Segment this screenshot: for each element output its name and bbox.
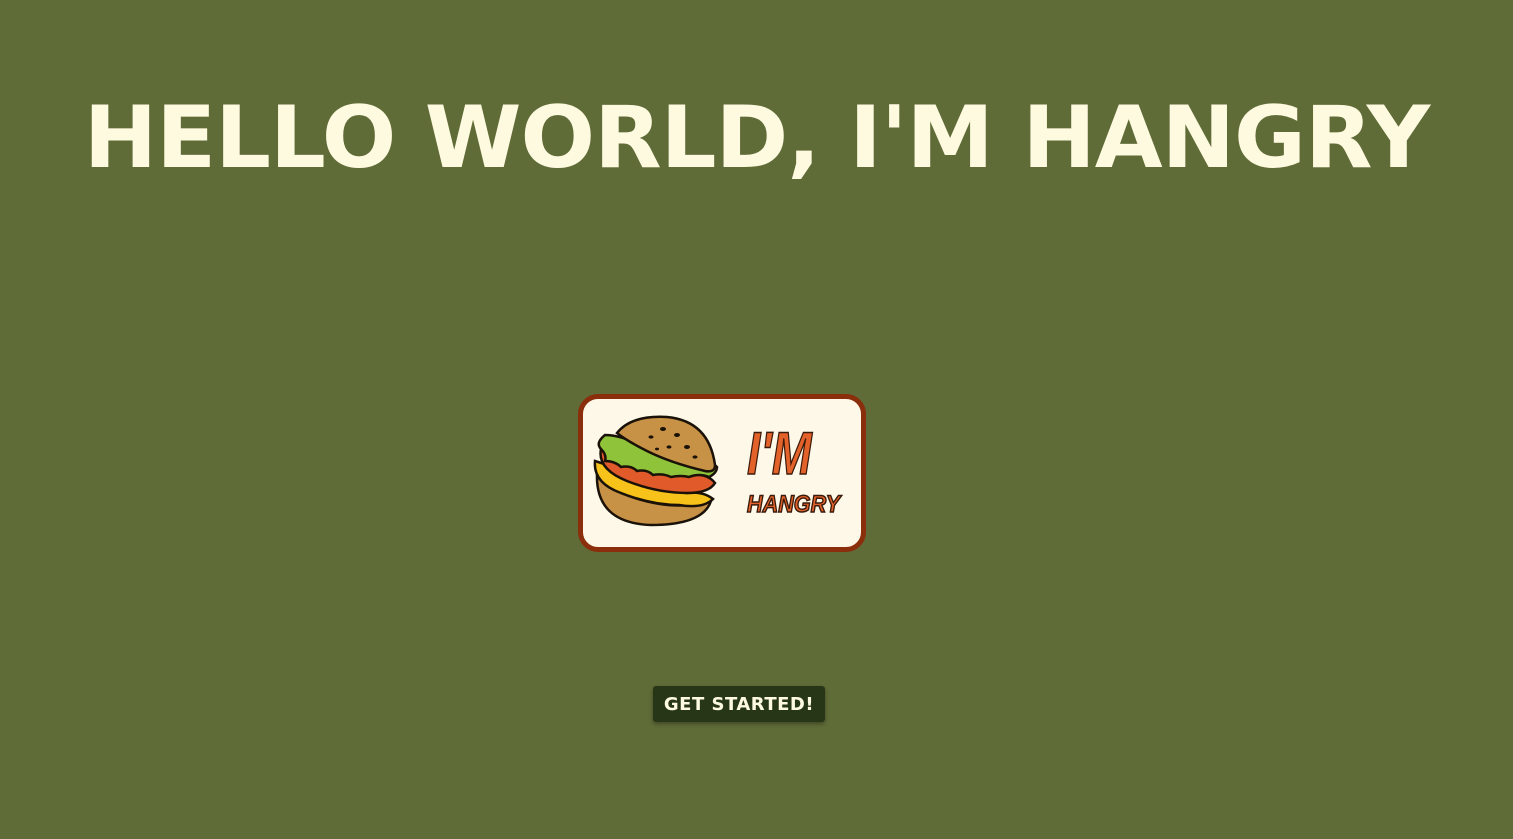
landing-page: Hello World, I'm Hangry I'M HANGRY GET S…: [0, 0, 1513, 839]
burger-icon: [593, 415, 719, 527]
get-started-button[interactable]: GET STARTED!: [653, 686, 825, 722]
logo-text-im: I'M: [746, 420, 812, 488]
logo-text-hangry: HANGRY: [746, 490, 841, 519]
page-title: Hello World, I'm Hangry: [83, 88, 1430, 188]
hangry-logo: I'M HANGRY: [578, 394, 866, 552]
